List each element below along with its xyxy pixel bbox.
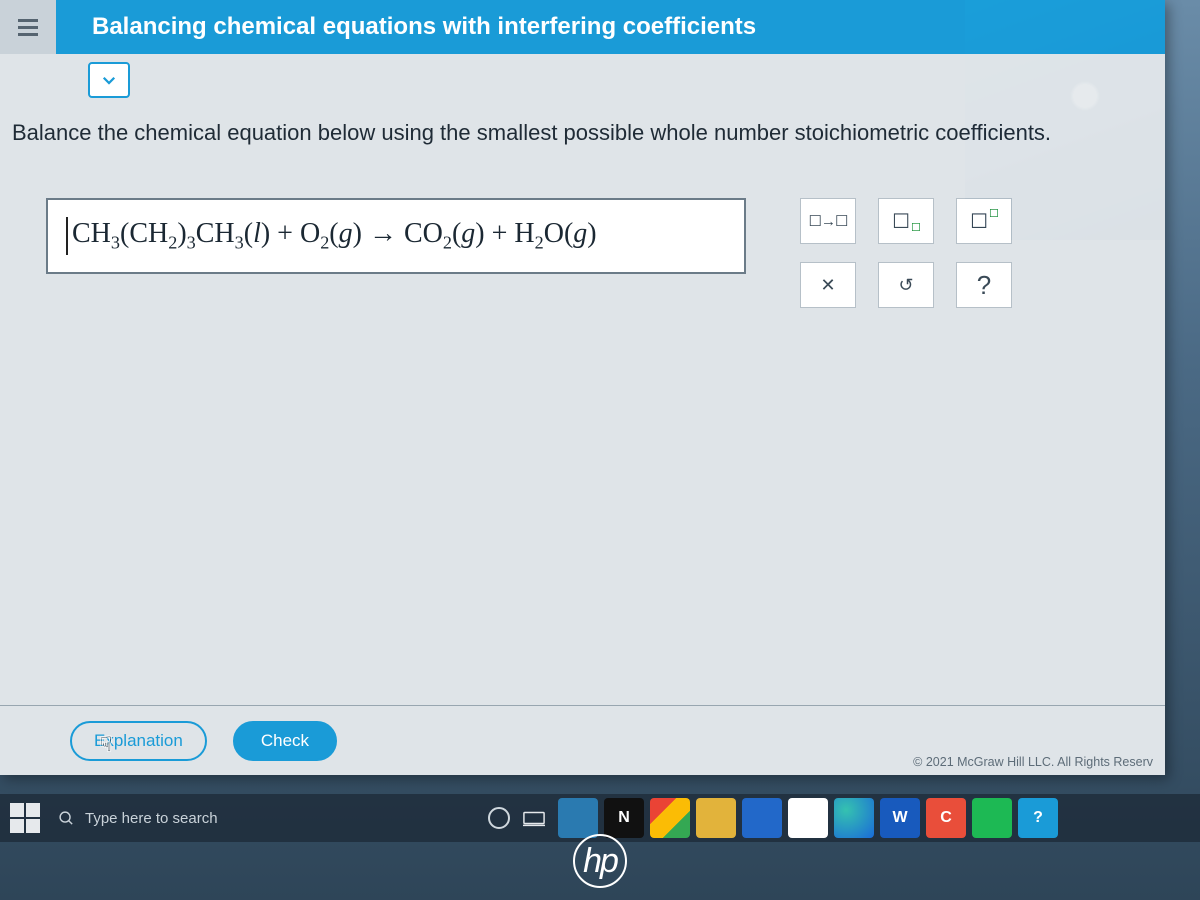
- taskbar-app-notion[interactable]: N: [604, 798, 644, 838]
- insert-reaction-arrow-button[interactable]: ☐→☐: [800, 198, 856, 244]
- taskbar-app-mail[interactable]: [742, 798, 782, 838]
- previous-question-button[interactable]: [88, 62, 130, 98]
- search-icon: [58, 810, 75, 827]
- text-caret: [66, 217, 68, 255]
- hamburger-menu[interactable]: [0, 0, 56, 54]
- taskbar-app-help[interactable]: ?: [1018, 798, 1058, 838]
- symbol-palette: ☐→☐ ☐☐ ☐☐ ✕ ↺ ?: [800, 198, 1024, 326]
- insert-subscript-button[interactable]: ☐☐: [878, 198, 934, 244]
- taskbar-app-spotify[interactable]: [972, 798, 1012, 838]
- taskbar-app-canvas[interactable]: C: [926, 798, 966, 838]
- start-button[interactable]: [10, 803, 40, 833]
- help-button[interactable]: ?: [956, 262, 1012, 308]
- taskbar-app-edge[interactable]: [834, 798, 874, 838]
- topic-bar: Balancing chemical equations with interf…: [56, 0, 1165, 54]
- taskbar-app-store[interactable]: [558, 798, 598, 838]
- taskbar-app-word[interactable]: W: [880, 798, 920, 838]
- taskbar-app-filex[interactable]: [696, 798, 736, 838]
- search-placeholder: Type here to search: [85, 810, 218, 827]
- equation-input[interactable]: CH3(CH2)3CH3(l) + O2(g) → CO2(g) + H2O(g…: [46, 198, 746, 274]
- app-window: Balancing chemical equations with interf…: [0, 0, 1165, 775]
- task-view-icon[interactable]: [516, 800, 552, 836]
- hp-logo: hp: [573, 834, 627, 888]
- copyright-text: © 2021 McGraw Hill LLC. All Rights Reser…: [913, 755, 1153, 769]
- cortana-icon[interactable]: [488, 807, 510, 829]
- insert-superscript-button[interactable]: ☐☐: [956, 198, 1012, 244]
- taskbar-app-chrome[interactable]: [650, 798, 690, 838]
- reset-button[interactable]: ↺: [878, 262, 934, 308]
- topic-title: Balancing chemical equations with interf…: [92, 13, 756, 41]
- taskbar-search[interactable]: Type here to search: [46, 800, 326, 836]
- explanation-button[interactable]: Explanation: [70, 721, 207, 761]
- taskbar-app-todo[interactable]: [788, 798, 828, 838]
- clear-button[interactable]: ✕: [800, 262, 856, 308]
- taskbar-apps: N WC?: [558, 798, 1058, 838]
- chevron-down-icon: [100, 71, 118, 89]
- action-bar: Explanation Check ☟ © 2021 McGraw Hill L…: [0, 705, 1165, 775]
- equation-text: CH3(CH2)3CH3(l) + O2(g) → CO2(g) + H2O(g…: [72, 218, 597, 254]
- question-prompt: Balance the chemical equation below usin…: [12, 120, 1145, 146]
- check-button[interactable]: Check: [233, 721, 337, 761]
